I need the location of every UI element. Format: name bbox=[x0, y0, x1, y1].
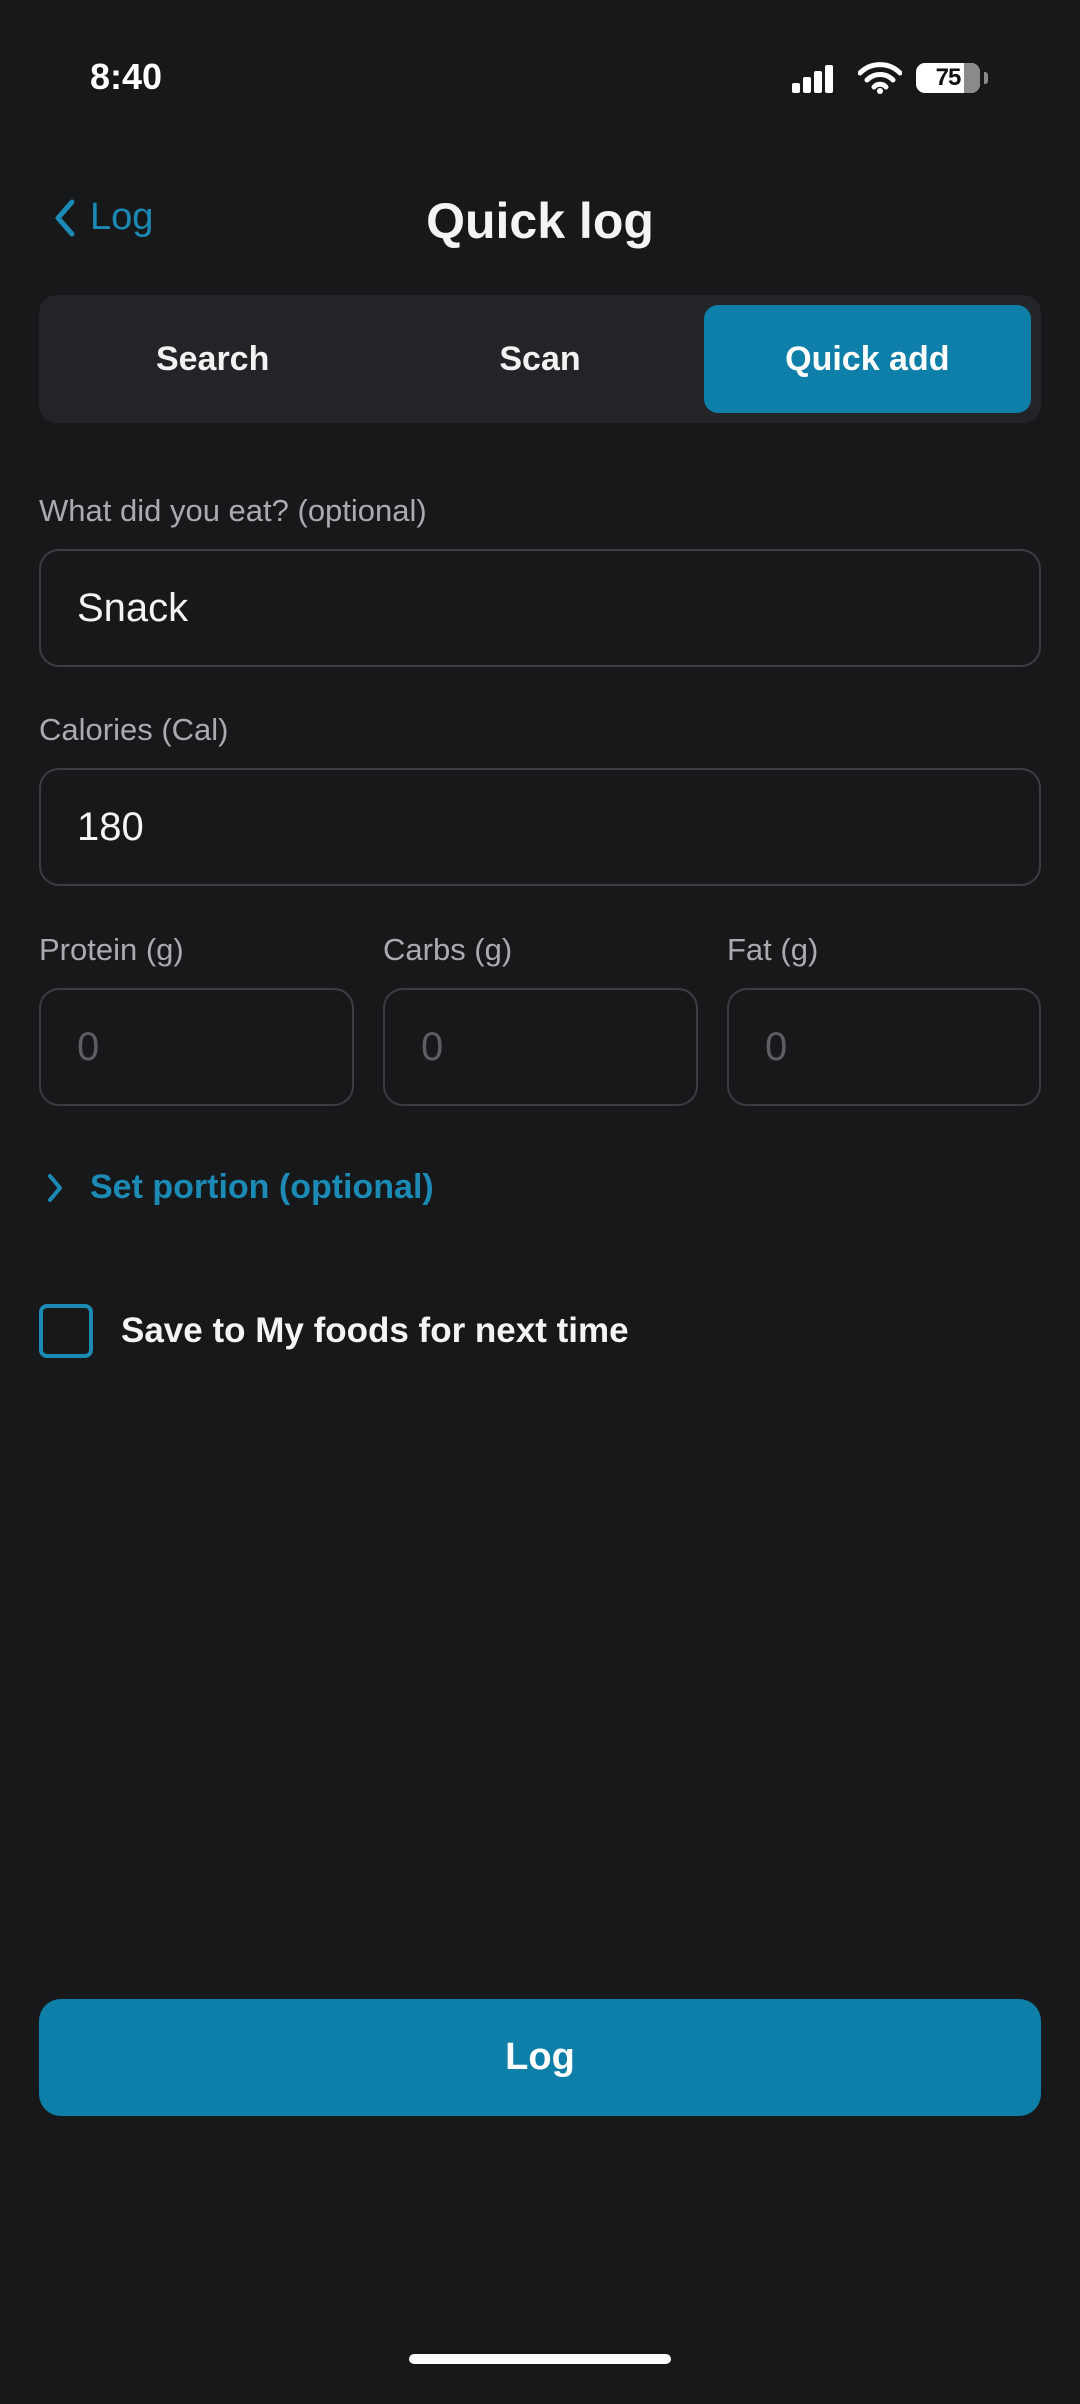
page-title: Quick log bbox=[426, 193, 654, 249]
status-time: 8:40 bbox=[90, 56, 163, 97]
log-button[interactable]: Log bbox=[39, 1999, 1041, 2116]
tab-quick-add[interactable]: Quick add bbox=[703, 305, 1031, 413]
calories-field[interactable] bbox=[39, 768, 1041, 886]
battery-level: 75 bbox=[935, 64, 962, 91]
food-name-input[interactable] bbox=[75, 584, 1039, 632]
mode-tabs: Search Scan Quick add bbox=[39, 295, 1041, 423]
fat-field[interactable] bbox=[727, 988, 1041, 1106]
status-icons: 75 bbox=[792, 62, 988, 94]
save-label: Save to My foods for next time bbox=[121, 1311, 629, 1350]
calories-input[interactable] bbox=[75, 803, 1039, 851]
protein-field[interactable] bbox=[39, 988, 354, 1106]
fat-label: Fat (g) bbox=[727, 932, 819, 967]
tab-search[interactable]: Search bbox=[49, 305, 376, 413]
protein-input[interactable] bbox=[75, 1023, 352, 1071]
food-name-label: What did you eat? (optional) bbox=[39, 493, 427, 528]
chevron-right-icon bbox=[48, 1173, 62, 1202]
tab-scan[interactable]: Scan bbox=[376, 305, 703, 413]
carbs-input[interactable] bbox=[419, 1023, 696, 1071]
wifi-icon bbox=[858, 62, 902, 94]
food-name-field[interactable] bbox=[39, 549, 1041, 667]
home-indicator[interactable] bbox=[409, 2354, 671, 2364]
save-checkbox[interactable] bbox=[39, 1304, 93, 1358]
battery-icon: 75 bbox=[916, 63, 980, 93]
save-to-my-foods-row[interactable]: Save to My foods for next time bbox=[39, 1304, 629, 1358]
calories-label: Calories (Cal) bbox=[39, 712, 229, 747]
carbs-label: Carbs (g) bbox=[383, 932, 513, 967]
protein-label: Protein (g) bbox=[39, 932, 184, 967]
carbs-field[interactable] bbox=[383, 988, 698, 1106]
signal-icon bbox=[792, 65, 833, 93]
set-portion-label: Set portion (optional) bbox=[90, 1168, 434, 1206]
set-portion-link[interactable]: Set portion (optional) bbox=[46, 1168, 434, 1207]
fat-input[interactable] bbox=[763, 1023, 1039, 1071]
battery-cap bbox=[984, 72, 988, 84]
